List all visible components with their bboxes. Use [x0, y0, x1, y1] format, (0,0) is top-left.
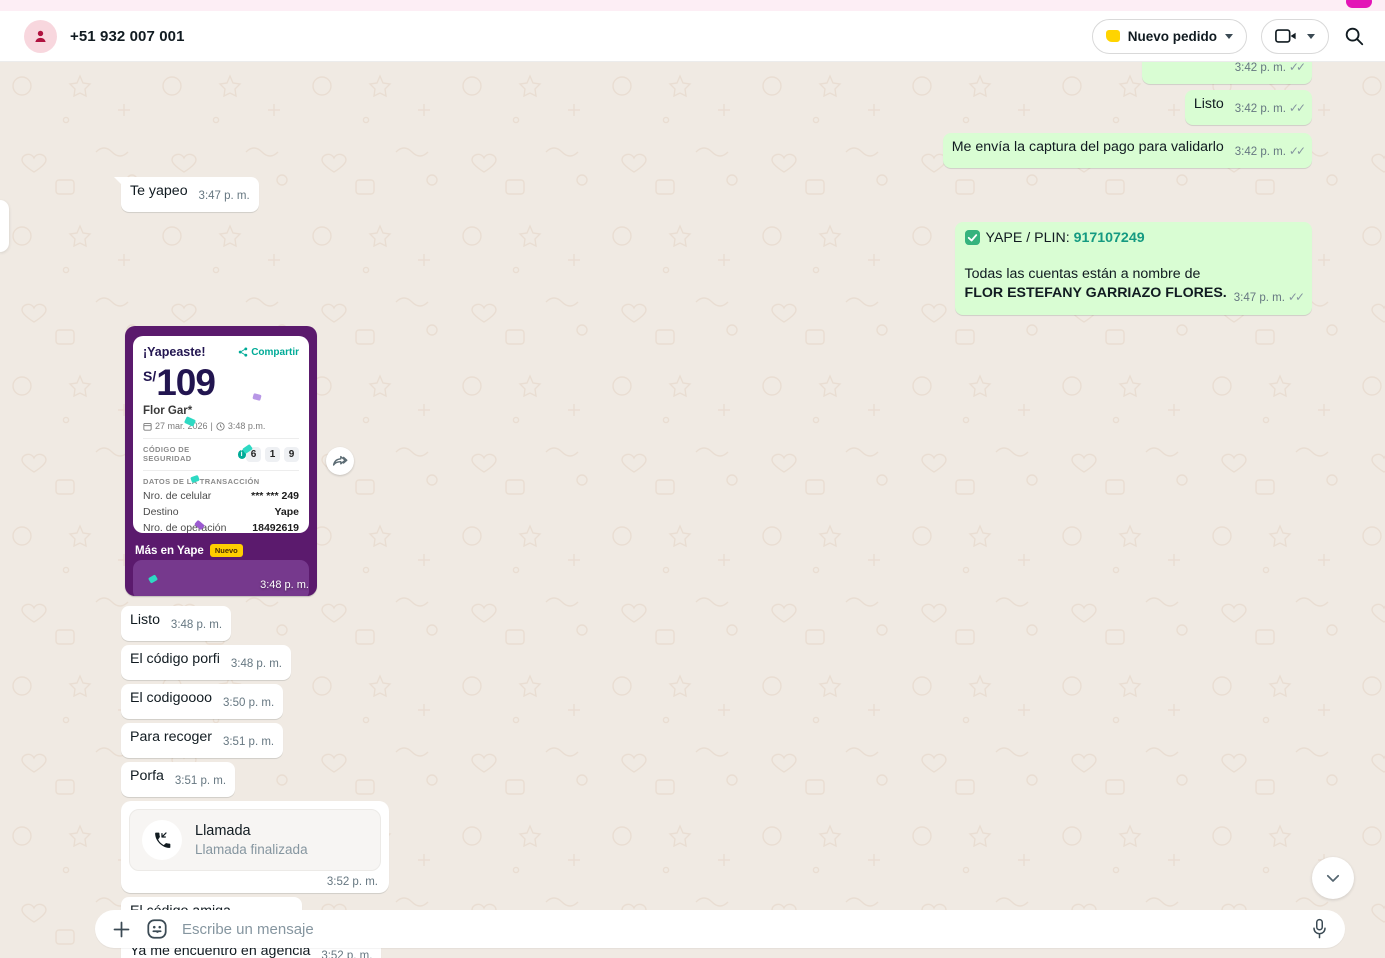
message-incoming: Listo 3:48 p. m. [121, 606, 231, 641]
chevron-down-icon [1225, 34, 1233, 39]
header-actions: Nuevo pedido [1092, 19, 1365, 54]
message-time: 3:42 p. m.✓✓ [1235, 142, 1303, 162]
new-order-button[interactable]: Nuevo pedido [1092, 19, 1247, 54]
security-digit: 1 [265, 447, 280, 462]
delivered-ticks-icon: ✓✓ [1289, 62, 1303, 74]
left-edge-tab[interactable] [0, 200, 9, 252]
message-text: El codigoooo [130, 690, 212, 706]
call-text: Llamada Llamada finalizada [195, 823, 308, 857]
accounts-note: Todas las cuentas están a nombre de [965, 265, 1302, 284]
composer-bar [95, 910, 1345, 948]
incoming-call-icon [153, 831, 172, 850]
receipt-title: ¡Yapeaste! [143, 345, 206, 359]
security-digit: 9 [284, 447, 299, 462]
forward-button[interactable] [326, 447, 354, 475]
image-time: 3:48 p. m. [260, 579, 309, 591]
message-incoming: Porfa 3:51 p. m. [121, 762, 235, 797]
message-text: Me envía la captura del pago para valida… [952, 139, 1224, 155]
receipt-payee: Flor Gar* [143, 405, 299, 417]
emoji-tongue-icon [146, 918, 168, 940]
whatsapp-chat-window: +51 932 007 001 Nuevo pedido [0, 0, 1385, 958]
message-incoming: El codigoooo 3:50 p. m. [121, 684, 283, 719]
receipt-card: ¡Yapeaste! Compartir S/109 Flor Gar* 27 … [133, 336, 309, 533]
new-order-label: Nuevo pedido [1128, 29, 1217, 44]
message-incoming: El código porfi 3:48 p. m. [121, 645, 291, 680]
message-list: 3:42 p. m.✓✓ Listo 3:42 p. m.✓✓ Me envía… [0, 62, 1385, 958]
delivered-ticks-icon: ✓✓ [1289, 144, 1303, 158]
chevron-down-icon [1307, 34, 1315, 39]
green-check-icon [965, 230, 980, 245]
message-incoming: Te yapeo 3:47 p. m. [121, 177, 259, 212]
message-time: 3:51 p. m. [175, 772, 226, 791]
message-outgoing-cutoff: 3:42 p. m.✓✓ [1142, 62, 1312, 84]
magenta-blob [1346, 0, 1372, 8]
call-title: Llamada [195, 823, 308, 839]
message-time: 3:48 p. m. [171, 616, 222, 635]
message-time: 3:47 p. m.✓✓ [1234, 288, 1302, 308]
browser-strip [0, 0, 1385, 11]
forward-arrow-icon [332, 454, 348, 468]
chevron-down-icon [1324, 869, 1342, 887]
share-icon [238, 347, 248, 357]
message-outgoing-yape-info: YAPE / PLIN: 917107249 Todas las cuentas… [955, 222, 1312, 315]
receipt-datetime: 27 mar. 2026 | 3:48 p.m. [143, 421, 299, 431]
message-time: 3:42 p. m.✓✓ [1235, 62, 1303, 78]
image-message: ¡Yapeaste! Compartir S/109 Flor Gar* 27 … [125, 326, 317, 596]
call-message-ended: Llamada Llamada finalizada 3:52 p. m. [121, 801, 389, 893]
transaction-data-label: DATOS DE LA TRANSACCIÓN [143, 477, 299, 486]
search-button[interactable] [1343, 25, 1365, 47]
message-input[interactable] [182, 921, 1296, 938]
more-in-yape: Más en Yape Nuevo [135, 544, 243, 557]
call-subtitle: Llamada finalizada [195, 842, 308, 857]
attach-button[interactable] [111, 919, 132, 940]
video-camera-icon [1275, 28, 1297, 44]
yape-plin-line: YAPE / PLIN: 917107249 [965, 229, 1302, 248]
share-link[interactable]: Compartir [238, 347, 299, 358]
message-time: 3:51 p. m. [223, 733, 274, 752]
receipt-amount: S/109 [143, 362, 299, 404]
person-icon [31, 27, 50, 46]
message-time: 3:42 p. m.✓✓ [1235, 99, 1303, 119]
message-text: Te yapeo [130, 183, 188, 199]
message-incoming: Para recoger 3:51 p. m. [121, 723, 283, 758]
message-time: 3:52 p. m. [321, 947, 372, 958]
receipt-row: Nro. de celular*** *** 249 [143, 490, 299, 502]
delivered-ticks-icon: ✓✓ [1288, 290, 1302, 304]
message-time: 3:48 p. m. [231, 655, 282, 674]
message-time: 3:52 p. m. [129, 876, 381, 888]
clock-icon [216, 422, 225, 431]
order-tag-icon [1106, 30, 1120, 42]
microphone-icon [1310, 918, 1329, 940]
message-time: 3:47 p. m. [199, 187, 250, 206]
receipt-row: DestinoYape [143, 506, 299, 518]
message-outgoing: Listo 3:42 p. m.✓✓ [1185, 90, 1312, 125]
nuevo-badge: Nuevo [210, 544, 243, 557]
chat-title-phone[interactable]: +51 932 007 001 [70, 28, 185, 45]
video-call-button[interactable] [1261, 19, 1329, 54]
account-holder-name: FLOR ESTEFANY GARRIAZO FLORES.3:47 p. m.… [965, 284, 1302, 308]
message-time: 3:50 p. m. [223, 694, 274, 713]
avatar[interactable] [24, 20, 57, 53]
plus-icon [111, 919, 132, 940]
yape-receipt-image[interactable]: ¡Yapeaste! Compartir S/109 Flor Gar* 27 … [125, 326, 317, 596]
calendar-icon [143, 422, 152, 431]
call-card[interactable]: Llamada Llamada finalizada [129, 809, 381, 871]
message-text: Porfa [130, 768, 164, 784]
message-text: Listo [1194, 96, 1224, 112]
message-text: Listo [130, 612, 160, 628]
chat-header: +51 932 007 001 Nuevo pedido [0, 11, 1385, 62]
message-outgoing: Me envía la captura del pago para valida… [943, 133, 1312, 168]
message-text: Para recoger [130, 729, 212, 745]
call-icon-circle [142, 820, 182, 860]
receipt-row: Nro. de operación18492619 [143, 522, 299, 534]
delivered-ticks-icon: ✓✓ [1289, 101, 1303, 115]
phone-number-link[interactable]: 917107249 [1074, 230, 1145, 246]
search-icon [1343, 25, 1365, 47]
scroll-down-button[interactable] [1312, 857, 1354, 899]
message-text: El código porfi [130, 651, 220, 667]
mic-button[interactable] [1310, 918, 1329, 940]
emoji-button[interactable] [146, 918, 168, 940]
security-code-row: CÓDIGO DE SEGURIDADi 6 1 9 [143, 445, 299, 463]
